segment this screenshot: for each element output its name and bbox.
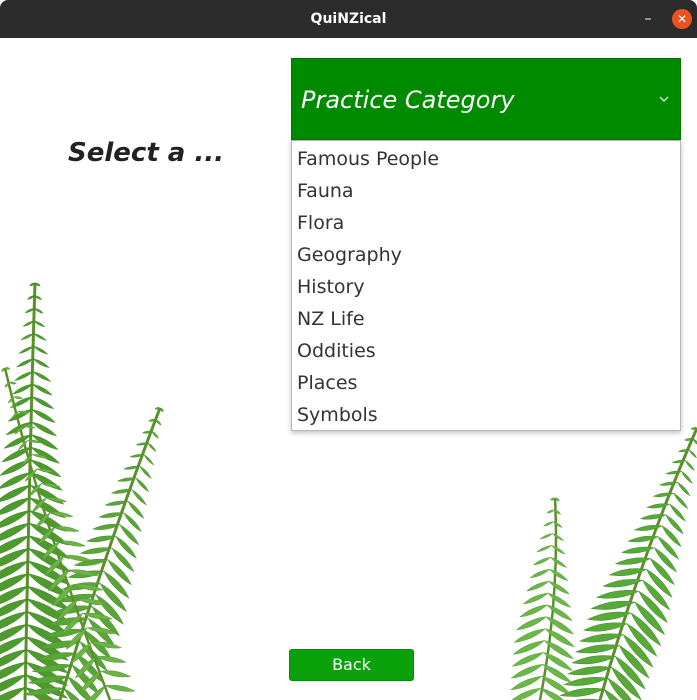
fern-leaflet	[107, 559, 132, 586]
fern-leaflet	[29, 484, 65, 505]
fern-leaflet	[139, 465, 152, 479]
fern-leaflet	[684, 459, 695, 472]
fern-leaflet	[552, 521, 563, 528]
fern-leaflet	[536, 545, 553, 553]
fern-leaflet	[33, 320, 46, 328]
fern-leaflet	[100, 670, 132, 678]
fern-leaflet	[677, 481, 691, 497]
close-button[interactable]: ✕	[672, 9, 692, 29]
fern-leaflet	[22, 425, 36, 429]
fern-leaflet	[529, 568, 551, 579]
fern-leaflet	[549, 568, 569, 582]
window-title: QuiNZical	[310, 11, 387, 27]
fern-leaflet	[32, 345, 49, 355]
dropdown-option[interactable]: Places	[292, 367, 680, 399]
chevron-down-icon	[659, 96, 669, 102]
fern-leaflet	[104, 684, 136, 692]
fern-leaflet	[151, 430, 159, 439]
fern-leaflet	[9, 381, 17, 385]
fern-leaflet	[546, 509, 555, 514]
category-combo-box[interactable]: Practice Category	[291, 58, 681, 140]
dropdown-option[interactable]: Flora	[292, 207, 680, 239]
main-content: Select a ... Practice Category Famous Pe…	[0, 38, 697, 700]
fern-leaflet	[131, 489, 147, 506]
fern-leaflet	[31, 408, 56, 423]
fern-leaflet	[135, 477, 150, 493]
dropdown-option[interactable]: Oddities	[292, 335, 680, 367]
fern-leaflet	[11, 383, 34, 395]
dropdown-option[interactable]: History	[292, 271, 680, 303]
fern-leaflet	[31, 383, 53, 396]
fern-leaflet	[532, 557, 552, 566]
fern-leaflet	[688, 449, 697, 459]
dropdown-option[interactable]: Famous People	[292, 143, 680, 175]
fern-leaflet	[525, 580, 550, 592]
fern-leaflet	[519, 604, 548, 618]
fern-leaflet	[550, 545, 566, 555]
window-titlebar: QuiNZical – ✕	[0, 0, 697, 38]
fern-leaflet	[542, 521, 554, 527]
fern-leaflet	[33, 333, 47, 341]
fern-leaflet	[653, 547, 677, 573]
dropdown-option[interactable]: Symbols	[292, 399, 680, 431]
fern-leaflet	[32, 371, 52, 382]
fern-leaflet	[13, 396, 24, 400]
dropdown-option[interactable]: Fauna	[292, 175, 680, 207]
dropdown-option[interactable]: Geography	[292, 239, 680, 271]
fern-leaflet	[567, 666, 613, 676]
fern-leaflet	[673, 492, 689, 510]
minimize-button[interactable]: –	[638, 9, 658, 29]
fern-leaflet	[31, 396, 55, 410]
fern-leaflet	[692, 438, 697, 446]
combo-selected-value: Practice Category	[301, 86, 515, 114]
category-dropdown-list: Famous People Fauna Flora Geography Hist…	[291, 140, 681, 431]
fern-right-main	[555, 427, 697, 700]
fern-leaflet	[7, 409, 33, 422]
fern-leaflet	[147, 442, 157, 453]
fern-leaflet	[680, 470, 693, 484]
fern-leaflet	[143, 454, 155, 466]
fern-leaflet	[103, 570, 130, 599]
select-prompt-label: Select a ...	[68, 138, 225, 168]
dropdown-option[interactable]: NZ Life	[292, 303, 680, 335]
fern-leaflet	[522, 592, 549, 605]
fern-right-secondary	[508, 497, 575, 700]
fern-leaflet	[549, 556, 568, 568]
fern-leaflet	[32, 358, 50, 369]
fern-leaflet	[548, 580, 570, 595]
fern-leaflet	[539, 533, 554, 540]
fern-leaflet	[551, 533, 565, 542]
fern-leaflet	[155, 419, 162, 426]
back-button[interactable]: Back	[289, 649, 414, 681]
